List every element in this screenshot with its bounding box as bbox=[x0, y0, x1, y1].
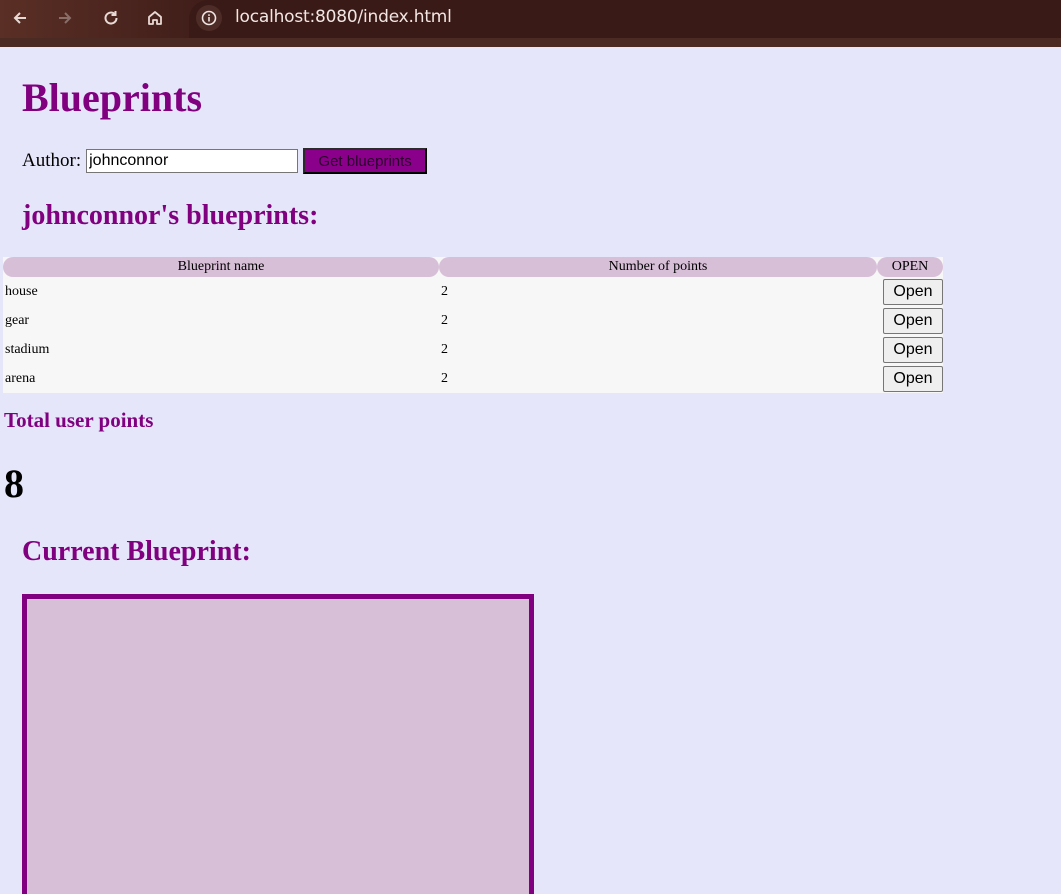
open-button[interactable]: Open bbox=[883, 278, 943, 305]
page-title: Blueprints bbox=[22, 75, 203, 120]
blueprint-points: 2 bbox=[441, 370, 448, 386]
toolbar-divider bbox=[0, 38, 1061, 47]
blueprint-canvas[interactable] bbox=[22, 594, 534, 894]
back-icon[interactable] bbox=[5, 4, 35, 32]
browser-toolbar: localhost:8080/index.html bbox=[0, 0, 1061, 47]
author-label: Author: bbox=[22, 150, 82, 171]
open-button[interactable]: Open bbox=[883, 336, 943, 363]
column-header-open: OPEN bbox=[877, 257, 943, 277]
table-row: stadium 2 Open bbox=[3, 335, 943, 364]
blueprint-name: arena bbox=[5, 370, 36, 386]
home-icon[interactable] bbox=[140, 4, 170, 32]
table-row: house 2 Open bbox=[3, 277, 943, 306]
column-header-name: Blueprint name bbox=[3, 257, 439, 277]
table-header-row: Blueprint name Number of points OPEN bbox=[3, 257, 943, 277]
blueprints-table: Blueprint name Number of points OPEN hou… bbox=[3, 257, 943, 393]
blueprints-heading: johnconnor's blueprints: bbox=[22, 200, 319, 231]
column-header-points: Number of points bbox=[439, 257, 877, 277]
blueprint-points: 2 bbox=[441, 312, 448, 328]
url-text[interactable]: localhost:8080/index.html bbox=[235, 7, 452, 27]
blueprint-name: gear bbox=[5, 312, 30, 328]
blueprint-points: 2 bbox=[441, 341, 448, 357]
blueprint-name: house bbox=[5, 283, 38, 299]
get-blueprints-button[interactable]: Get blueprints bbox=[303, 148, 428, 174]
total-points-value: 8 bbox=[4, 461, 24, 506]
author-form: Author: Get blueprints bbox=[22, 148, 428, 174]
current-blueprint-heading: Current Blueprint: bbox=[22, 536, 251, 567]
reload-icon[interactable] bbox=[96, 4, 126, 32]
open-button[interactable]: Open bbox=[883, 307, 943, 334]
open-button[interactable]: Open bbox=[883, 365, 943, 392]
blueprint-name: stadium bbox=[5, 341, 50, 357]
table-row: gear 2 Open bbox=[3, 306, 943, 335]
blueprint-points: 2 bbox=[441, 283, 448, 299]
total-points-label: Total user points bbox=[4, 408, 154, 432]
table-row: arena 2 Open bbox=[3, 364, 943, 393]
author-input[interactable] bbox=[86, 149, 299, 173]
info-icon[interactable] bbox=[196, 5, 222, 31]
forward-icon[interactable] bbox=[50, 4, 80, 32]
